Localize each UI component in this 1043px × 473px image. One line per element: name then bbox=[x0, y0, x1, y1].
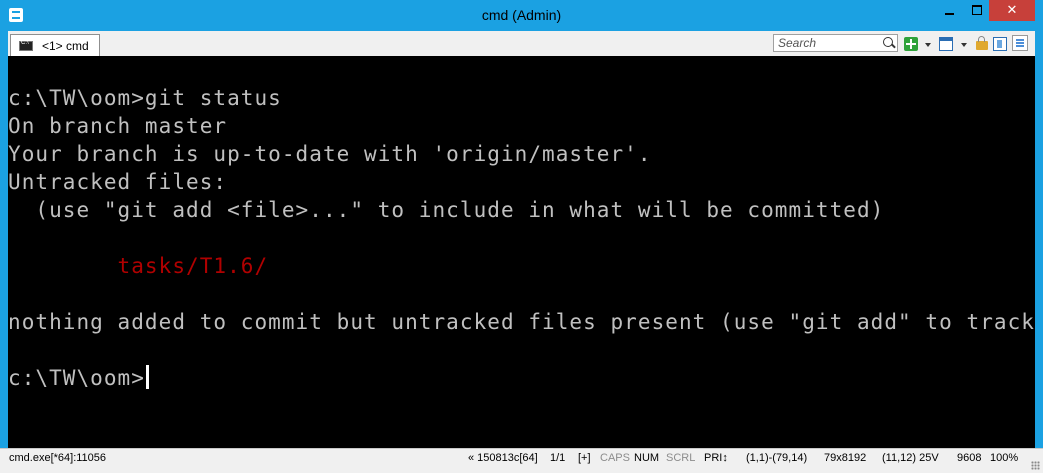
status-buffer-size[interactable]: 79x8192 bbox=[824, 452, 866, 464]
console-icon bbox=[19, 40, 33, 51]
status-cursor-pos[interactable]: (11,12) 25V bbox=[882, 452, 939, 464]
untracked-file-line: tasks/T1.6/ bbox=[8, 254, 269, 278]
toolbar: <1> cmd Search bbox=[8, 31, 1035, 56]
status-bar: cmd.exe[*64]:11056 « 150813c[64] 1/1 [+]… bbox=[0, 448, 1043, 473]
status-process[interactable]: cmd.exe[*64]:11056 bbox=[9, 452, 106, 464]
prompt-line[interactable]: c:\TW\oom> bbox=[8, 364, 149, 392]
split-view-icon[interactable] bbox=[993, 37, 1007, 51]
menu-icon[interactable] bbox=[1012, 35, 1028, 51]
app-window: cmd (Admin) ✕ <1> cmd Search c:\TW\oom>g… bbox=[0, 0, 1043, 473]
status-num[interactable]: NUM bbox=[634, 452, 659, 464]
status-build[interactable]: « 150813c[64] bbox=[468, 452, 538, 464]
status-caps[interactable]: CAPS bbox=[600, 452, 630, 464]
new-console-dropdown-icon[interactable] bbox=[925, 43, 931, 47]
lock-icon[interactable] bbox=[976, 36, 988, 50]
maximize-button[interactable] bbox=[963, 0, 990, 21]
console-line: nothing added to commit but untracked fi… bbox=[8, 310, 1035, 334]
search-placeholder: Search bbox=[778, 36, 817, 50]
new-console-icon[interactable] bbox=[904, 37, 918, 51]
tab-label: <1> cmd bbox=[42, 39, 89, 53]
window-list-icon[interactable] bbox=[939, 37, 953, 51]
console-line: Untracked files: bbox=[8, 170, 228, 194]
status-scrl[interactable]: SCRL bbox=[666, 452, 695, 464]
console-line: On branch master bbox=[8, 114, 228, 138]
status-zoom[interactable]: 100% bbox=[990, 452, 1018, 464]
minimize-button[interactable] bbox=[936, 0, 963, 21]
resize-grip-icon[interactable] bbox=[1031, 461, 1040, 470]
prompt-text: c:\TW\oom> bbox=[8, 366, 145, 390]
console-line: c:\TW\oom>git status bbox=[8, 86, 282, 110]
status-selection[interactable]: (1,1)-(79,14) bbox=[746, 452, 807, 464]
tab-cmd[interactable]: <1> cmd bbox=[10, 34, 100, 56]
search-box[interactable]: Search bbox=[773, 34, 898, 52]
title-bar[interactable]: cmd (Admin) ✕ bbox=[0, 0, 1043, 31]
text-cursor bbox=[145, 365, 149, 389]
console-output[interactable]: c:\TW\oom>git status On branch master Yo… bbox=[8, 56, 1035, 448]
window-title: cmd (Admin) bbox=[481, 7, 562, 23]
search-icon[interactable] bbox=[883, 37, 893, 47]
close-button[interactable]: ✕ bbox=[989, 0, 1035, 21]
status-plus[interactable]: [+] bbox=[578, 452, 591, 464]
window-list-dropdown-icon[interactable] bbox=[961, 43, 967, 47]
status-pri[interactable]: PRI↕ bbox=[704, 452, 728, 464]
status-pid[interactable]: 9608 bbox=[957, 452, 981, 464]
console-line: (use "git add <file>..." to include in w… bbox=[8, 198, 885, 222]
console-line: Your branch is up-to-date with 'origin/m… bbox=[8, 142, 652, 166]
status-console-index[interactable]: 1/1 bbox=[550, 452, 565, 464]
